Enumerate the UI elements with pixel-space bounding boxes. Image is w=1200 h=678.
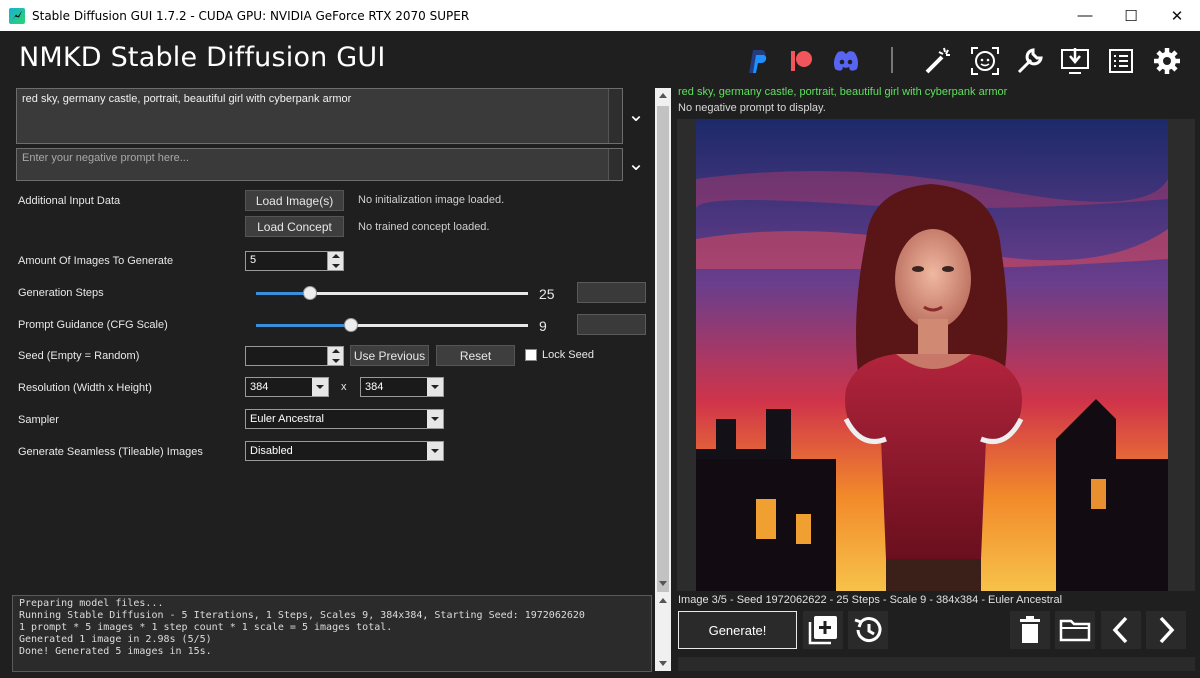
- height-dropdown[interactable]: 384: [360, 377, 444, 397]
- resolution-separator: x: [341, 381, 347, 393]
- log-icon[interactable]: [1102, 42, 1140, 80]
- history-icon[interactable]: [848, 611, 888, 649]
- prev-icon[interactable]: [1101, 611, 1141, 649]
- load-images-status: No initialization image loaded.: [358, 194, 505, 206]
- progress-bar: [678, 657, 1195, 671]
- sampler-value: Euler Ancestral: [250, 413, 324, 425]
- folder-icon[interactable]: [1055, 611, 1095, 649]
- seamless-label: Generate Seamless (Tileable) Images: [18, 446, 203, 458]
- steps-slider-thumb[interactable]: [303, 286, 318, 300]
- sampler-label: Sampler: [18, 414, 59, 426]
- add-queue-icon[interactable]: [803, 611, 843, 649]
- resolution-label: Resolution (Width x Height): [18, 382, 152, 394]
- wrench-icon[interactable]: [1011, 42, 1049, 80]
- scroll-up-icon[interactable]: [659, 93, 667, 98]
- lock-seed-checkbox[interactable]: [525, 349, 537, 361]
- paypal-icon[interactable]: [738, 42, 776, 80]
- minimize-button[interactable]: —: [1062, 0, 1108, 31]
- expand-prompt-chevron-icon[interactable]: ⌄: [627, 105, 645, 125]
- delete-icon[interactable]: [1010, 611, 1050, 649]
- seed-input[interactable]: [245, 346, 344, 366]
- height-value: 384: [365, 381, 384, 393]
- seamless-dropdown-arrow-icon[interactable]: [427, 442, 443, 460]
- title-bar: Stable Diffusion GUI 1.7.2 - CUDA GPU: N…: [0, 0, 1200, 31]
- load-images-button[interactable]: Load Image(s): [245, 190, 344, 211]
- steps-aux-box: [577, 282, 646, 303]
- seed-spinner[interactable]: [327, 347, 343, 365]
- steps-value: 25: [539, 286, 555, 302]
- amount-spinner[interactable]: [327, 252, 343, 270]
- width-dropdown[interactable]: 384: [245, 377, 329, 397]
- maximize-button[interactable]: ☐: [1108, 0, 1154, 31]
- scroll-down-icon[interactable]: [659, 581, 667, 586]
- cfg-label: Prompt Guidance (CFG Scale): [18, 319, 168, 331]
- log-line: Done! Generated 5 images in 15s.: [19, 646, 212, 657]
- width-value: 384: [250, 381, 269, 393]
- next-icon[interactable]: [1146, 611, 1186, 649]
- lock-seed-label: Lock Seed: [542, 349, 594, 361]
- prompt-input[interactable]: red sky, germany castle, portrait, beaut…: [16, 88, 623, 144]
- log-line: Running Stable Diffusion - 5 Iterations,…: [19, 610, 585, 621]
- log-line: Generated 1 image in 2.98s (5/5): [19, 634, 212, 645]
- face-restore-icon[interactable]: [966, 42, 1004, 80]
- patreon-icon[interactable]: [782, 42, 820, 80]
- load-concept-status: No trained concept loaded.: [358, 221, 490, 233]
- steps-label: Generation Steps: [18, 287, 104, 299]
- app-title: NMKD Stable Diffusion GUI: [19, 42, 386, 73]
- amount-label: Amount Of Images To Generate: [18, 255, 174, 267]
- amount-value: 5: [250, 254, 257, 266]
- log-scroll-up-icon[interactable]: [659, 598, 667, 603]
- generated-image[interactable]: [696, 119, 1168, 591]
- cfg-slider-fill: [256, 324, 352, 327]
- sampler-dropdown[interactable]: Euler Ancestral: [245, 409, 444, 429]
- prompt-text: red sky, germany castle, portrait, beaut…: [22, 93, 352, 105]
- steps-slider-fill: [256, 292, 311, 295]
- reset-button[interactable]: Reset: [436, 345, 515, 366]
- load-concept-button[interactable]: Load Concept: [245, 216, 344, 237]
- expand-negative-prompt-chevron-icon[interactable]: ⌄: [627, 154, 645, 174]
- discord-icon[interactable]: [827, 42, 865, 80]
- cfg-aux-box: [577, 314, 646, 335]
- log-scroll-down-icon[interactable]: [659, 661, 667, 666]
- install-icon[interactable]: [1056, 42, 1094, 80]
- additional-input-label: Additional Input Data: [18, 195, 121, 207]
- seamless-value: Disabled: [250, 445, 293, 457]
- steps-slider[interactable]: [256, 286, 528, 300]
- header-separator: [891, 47, 893, 73]
- width-dropdown-arrow-icon[interactable]: [312, 378, 328, 396]
- window-title: Stable Diffusion GUI 1.7.2 - CUDA GPU: N…: [32, 8, 470, 23]
- generate-button[interactable]: Generate!: [678, 611, 797, 649]
- preview-negative-prompt: No negative prompt to display.: [678, 102, 826, 114]
- close-button[interactable]: ✕: [1154, 0, 1200, 31]
- seed-label: Seed (Empty = Random): [18, 350, 140, 362]
- amount-input[interactable]: 5: [245, 251, 344, 271]
- negative-prompt-input[interactable]: Enter your negative prompt here...: [16, 148, 623, 181]
- use-previous-button[interactable]: Use Previous: [350, 345, 429, 366]
- negative-prompt-placeholder: Enter your negative prompt here...: [22, 152, 189, 164]
- sampler-dropdown-arrow-icon[interactable]: [427, 410, 443, 428]
- seamless-dropdown[interactable]: Disabled: [245, 441, 444, 461]
- cfg-slider-thumb[interactable]: [344, 318, 359, 332]
- settings-scrollbar[interactable]: [655, 88, 671, 671]
- image-info: Image 3/5 - Seed 1972062622 - 25 Steps -…: [678, 594, 1063, 606]
- log-output[interactable]: Preparing model files... Running Stable …: [12, 595, 652, 672]
- preview-prompt: red sky, germany castle, portrait, beaut…: [678, 86, 1008, 98]
- height-dropdown-arrow-icon[interactable]: [427, 378, 443, 396]
- cfg-slider[interactable]: [256, 318, 528, 332]
- cfg-value: 9: [539, 318, 547, 334]
- magic-wand-icon[interactable]: [918, 42, 956, 80]
- negative-prompt-scrollbar[interactable]: [608, 149, 622, 180]
- log-line: Preparing model files...: [19, 598, 164, 609]
- prompt-scrollbar[interactable]: [608, 89, 622, 143]
- gear-icon[interactable]: [1148, 42, 1186, 80]
- log-line: 1 prompt * 5 images * 1 step count * 1 s…: [19, 622, 393, 633]
- app-icon: [9, 7, 25, 24]
- scrollbar-thumb[interactable]: [657, 106, 669, 592]
